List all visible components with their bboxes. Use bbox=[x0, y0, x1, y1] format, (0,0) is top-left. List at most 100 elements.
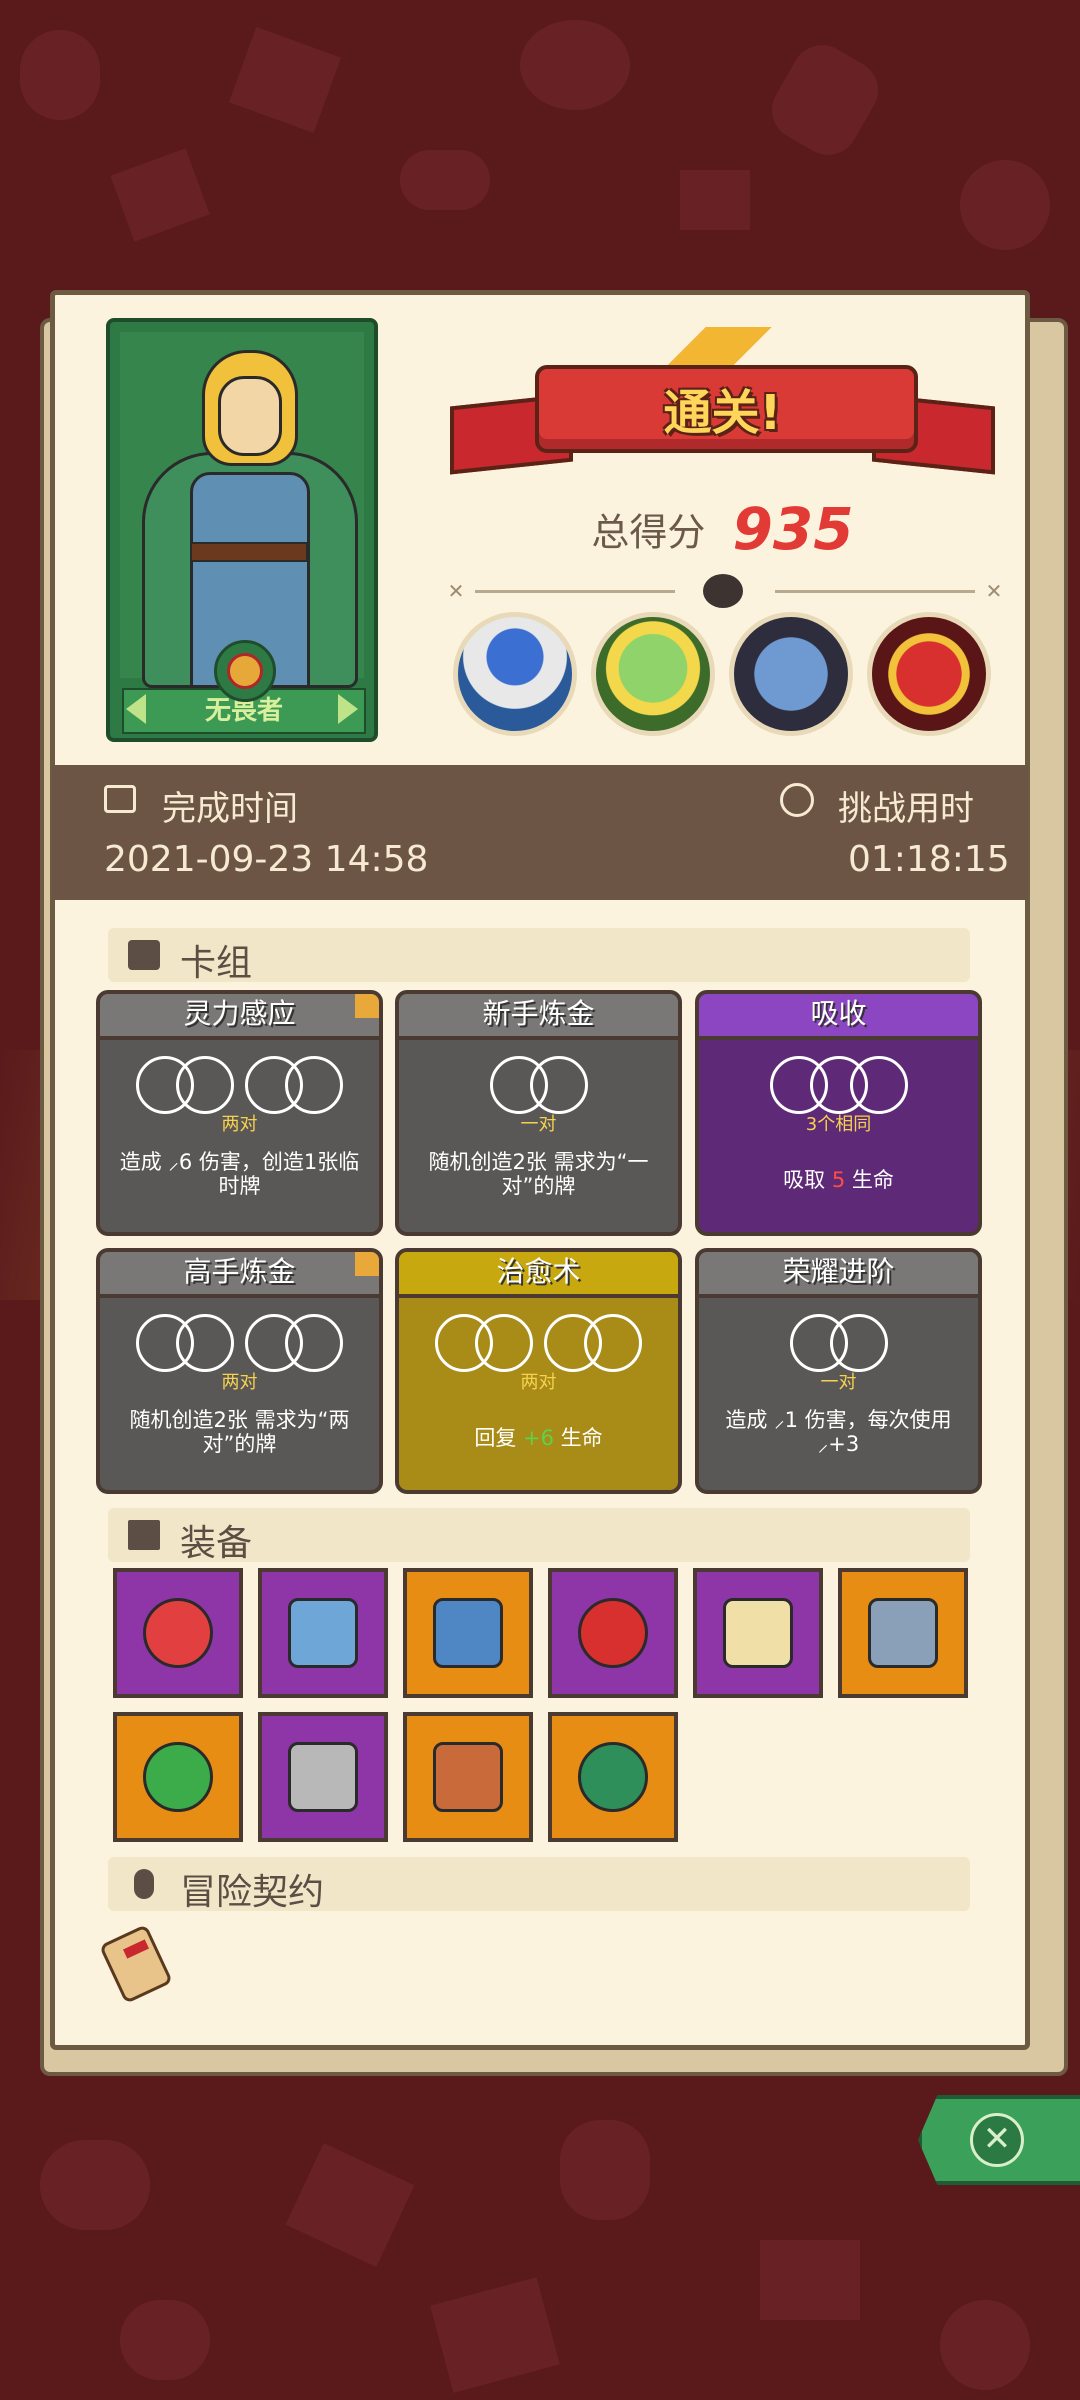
card-name: 荣耀进阶 bbox=[699, 1252, 978, 1298]
prev-arrow-icon[interactable] bbox=[126, 694, 146, 724]
green-gem-icon bbox=[578, 1742, 648, 1812]
finish-time-label: 完成时间 bbox=[162, 789, 298, 829]
green-lizard-boss-icon[interactable] bbox=[591, 612, 715, 736]
card-description: 造成 ⸝1 伤害，每次使用 ⸝+3 bbox=[725, 1408, 952, 1456]
duration-value: 01:18:15 bbox=[848, 839, 1010, 880]
card-name: 高手炼金 bbox=[100, 1252, 379, 1298]
close-tab[interactable]: ✕ bbox=[918, 2095, 1080, 2185]
red-demon-boss-icon[interactable] bbox=[867, 612, 991, 736]
deck-title: 卡组 bbox=[180, 943, 253, 984]
equipment-slot[interactable] bbox=[403, 1568, 533, 1698]
equipment-title: 装备 bbox=[180, 1523, 253, 1564]
red-potion-icon bbox=[578, 1598, 648, 1668]
dice-slot bbox=[529, 1056, 588, 1114]
dice-slots bbox=[399, 1056, 678, 1116]
meat-leg-icon bbox=[433, 1742, 503, 1812]
card-requirement: 一对 bbox=[820, 1372, 857, 1393]
card-name: 吸收 bbox=[699, 994, 978, 1040]
stopwatch-icon bbox=[780, 783, 814, 817]
time-strip: 完成时间 2021-09-23 14:58 挑战用时 01:18:15 bbox=[52, 765, 1028, 900]
scroll-icon[interactable] bbox=[98, 1922, 174, 2004]
deck-card[interactable]: 吸收 3个相同吸取 5 生命 bbox=[695, 990, 982, 1236]
card-requirement: 一对 bbox=[520, 1114, 557, 1135]
skull-icon bbox=[703, 574, 743, 608]
upgrade-corner-icon bbox=[355, 1252, 379, 1276]
dice-slots bbox=[699, 1056, 978, 1116]
card-name: 灵力感应 bbox=[100, 994, 379, 1040]
equipment-slot[interactable] bbox=[258, 1568, 388, 1698]
finish-time-value: 2021-09-23 14:58 bbox=[104, 839, 429, 880]
equipment-slot[interactable] bbox=[838, 1568, 968, 1698]
defeated-bosses bbox=[453, 612, 998, 742]
dice-slot bbox=[176, 1056, 234, 1114]
deck-header: 卡组 bbox=[108, 928, 970, 984]
rune-shield-icon bbox=[288, 1742, 358, 1812]
dice-slots bbox=[399, 1314, 678, 1374]
equipment-header: 装备 bbox=[108, 1508, 970, 1564]
card-description: 吸取 5 生命 bbox=[783, 1168, 894, 1192]
card-description: 随机创造2张 需求为“一对”的牌 bbox=[428, 1150, 649, 1198]
dice-slot bbox=[475, 1314, 533, 1372]
equipment-slot[interactable] bbox=[258, 1712, 388, 1842]
hero-portrait[interactable]: 无畏者 bbox=[106, 318, 378, 742]
crown-icon bbox=[640, 327, 800, 367]
equipment-slot[interactable] bbox=[548, 1712, 678, 1842]
score-label: 总得分 bbox=[591, 510, 706, 555]
deck-card[interactable]: 新手炼金一对随机创造2张 需求为“一对”的牌 bbox=[395, 990, 682, 1236]
dice-slot bbox=[829, 1314, 888, 1372]
contract-header: 冒险契约 bbox=[108, 1857, 970, 1913]
card-description: 造成 ⸝6 伤害，创造1张临时牌 bbox=[119, 1150, 360, 1198]
card-name: 新手炼金 bbox=[399, 994, 678, 1040]
effect-value: +6 bbox=[523, 1426, 554, 1450]
hero-art bbox=[120, 332, 364, 688]
contract-title: 冒险契约 bbox=[180, 1872, 325, 1913]
crossed-swords-icon: ✕ bbox=[985, 579, 1003, 603]
medal-icon bbox=[214, 640, 276, 702]
card-requirement: 两对 bbox=[221, 1372, 258, 1393]
score-row: 总得分 935 bbox=[450, 495, 995, 563]
cards-icon bbox=[128, 940, 160, 970]
score-value: 935 bbox=[732, 495, 854, 563]
dice-slot bbox=[285, 1056, 343, 1114]
duration-label: 挑战用时 bbox=[838, 789, 974, 829]
crossed-swords-icon: ✕ bbox=[447, 579, 465, 603]
card-requirement: 3个相同 bbox=[805, 1114, 872, 1135]
equipment-slot[interactable] bbox=[113, 1568, 243, 1698]
deck-card[interactable]: 灵力感应 两对 造成 ⸝6 伤害，创造1张临时牌 bbox=[96, 990, 383, 1236]
dice-slots bbox=[100, 1314, 379, 1374]
card-name: 治愈术 bbox=[399, 1252, 678, 1298]
box-icon bbox=[128, 1520, 160, 1550]
deck-card[interactable]: 治愈术两对回复 +6 生命 bbox=[395, 1248, 682, 1494]
mushroom-wizard-boss-icon[interactable] bbox=[453, 612, 577, 736]
card-requirement: 两对 bbox=[520, 1372, 557, 1393]
magic-mirror-icon bbox=[723, 1598, 793, 1668]
equipment-slot[interactable] bbox=[548, 1568, 678, 1698]
blue-beast-boss-icon[interactable] bbox=[729, 612, 853, 736]
dice-slot bbox=[849, 1056, 908, 1114]
dice-slots bbox=[100, 1056, 379, 1116]
deck-card[interactable]: 荣耀进阶一对造成 ⸝1 伤害，每次使用 ⸝+3 bbox=[695, 1248, 982, 1494]
green-tome-icon bbox=[143, 1742, 213, 1812]
dice-slot bbox=[176, 1314, 234, 1372]
card-description: 随机创造2张 需求为“两对”的牌 bbox=[129, 1408, 350, 1456]
ice-dagger-icon bbox=[288, 1598, 358, 1668]
close-icon[interactable]: ✕ bbox=[970, 2113, 1024, 2167]
equipment-slot[interactable] bbox=[113, 1712, 243, 1842]
effect-value: 5 bbox=[831, 1168, 846, 1192]
next-arrow-icon[interactable] bbox=[338, 694, 358, 724]
horn-icon bbox=[868, 1598, 938, 1668]
equipment-slot[interactable] bbox=[403, 1712, 533, 1842]
boss-divider: ✕ ✕ bbox=[445, 574, 1005, 608]
heart-shield-icon bbox=[143, 1598, 213, 1668]
banner-title: 通关! bbox=[663, 385, 782, 441]
dice-slot bbox=[285, 1314, 343, 1372]
deck-card[interactable]: 高手炼金两对随机创造2张 需求为“两对”的牌 bbox=[96, 1248, 383, 1494]
dice-slot bbox=[584, 1314, 642, 1372]
card-description: 回复 +6 生命 bbox=[474, 1426, 603, 1450]
calendar-icon bbox=[104, 785, 136, 813]
equipment-slot[interactable] bbox=[693, 1568, 823, 1698]
upgrade-corner-icon bbox=[355, 994, 379, 1018]
dice-slots bbox=[699, 1314, 978, 1374]
person-icon bbox=[134, 1869, 154, 1899]
victory-banner: 通关! bbox=[450, 325, 995, 495]
